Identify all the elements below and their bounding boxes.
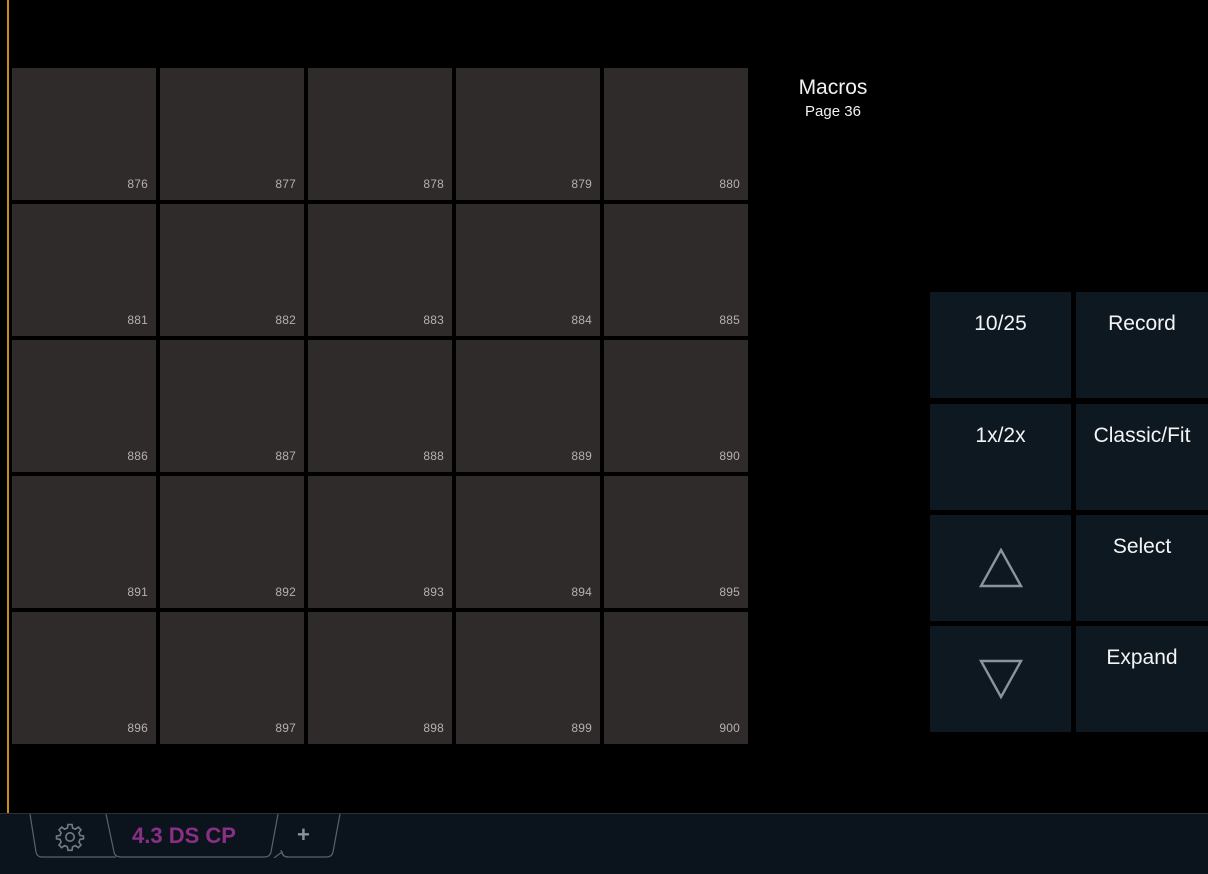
triangle-up-icon [978,547,1024,588]
view-toggle-button[interactable]: Classic/Fit [1076,404,1208,510]
gear-icon [55,823,85,852]
macro-number: 878 [423,177,444,191]
macro-tile[interactable]: 878 [308,68,452,200]
record-label: Record [1108,312,1176,335]
macro-tile[interactable]: 881 [12,204,156,336]
page-up-button[interactable] [930,515,1071,621]
page-down-button[interactable] [930,626,1071,732]
macro-number: 881 [127,313,148,327]
control-panel: 10/25 Record 1x/2x Classic/Fit Select Ex… [930,292,1208,732]
tab-4-3-ds-cp[interactable]: 4.3 DS CP [104,814,284,858]
panel-header: Macros Page 36 [762,74,904,121]
macro-number: 898 [423,721,444,735]
macro-number: 882 [275,313,296,327]
select-label: Select [1112,535,1172,558]
macro-number: 884 [571,313,592,327]
macro-number: 880 [719,177,740,191]
macro-tile[interactable]: 891 [12,476,156,608]
tab-bar: 4.3 DS CP + [0,813,1208,874]
macro-tile[interactable]: 885 [604,204,748,336]
macro-number: 887 [275,449,296,463]
macro-number: 891 [127,585,148,599]
tab-settings[interactable] [26,814,116,858]
macro-tile[interactable]: 879 [456,68,600,200]
macro-number: 897 [275,721,296,735]
macro-number: 896 [127,721,148,735]
macro-number: 893 [423,585,444,599]
macro-number: 886 [127,449,148,463]
macro-number: 879 [571,177,592,191]
size-toggle-button[interactable]: 1x/2x [930,404,1071,510]
select-button[interactable]: Select [1076,515,1208,621]
macro-tile[interactable]: 896 [12,612,156,744]
macro-tile[interactable]: 892 [160,476,304,608]
expand-label: Expand [1106,646,1178,669]
macro-number: 889 [571,449,592,463]
size-toggle-label: 1x/2x [975,424,1026,447]
add-tab-button[interactable]: + [272,814,342,858]
macro-tile[interactable]: 898 [308,612,452,744]
macro-number: 894 [571,585,592,599]
macro-number: 888 [423,449,444,463]
macro-tile[interactable]: 886 [12,340,156,472]
page-count-button[interactable]: 10/25 [930,292,1071,398]
focus-indicator [7,0,9,813]
macro-tile[interactable]: 899 [456,612,600,744]
page-count-label: 10/25 [974,312,1027,335]
macro-tile[interactable]: 889 [456,340,600,472]
macro-number: 876 [127,177,148,191]
macro-number: 895 [719,585,740,599]
macro-grid: 876 877 878 879 880 881 882 883 884 885 … [12,68,748,744]
macro-number: 877 [275,177,296,191]
plus-icon: + [297,822,310,847]
macro-tile[interactable]: 890 [604,340,748,472]
macro-tile[interactable]: 894 [456,476,600,608]
tab-label: 4.3 DS CP [132,823,236,848]
view-toggle-label: Classic/Fit [1093,424,1191,447]
page-label: Page 36 [805,103,861,120]
record-button[interactable]: Record [1076,292,1208,398]
macro-tile[interactable]: 876 [12,68,156,200]
macro-tile[interactable]: 883 [308,204,452,336]
macro-number: 885 [719,313,740,327]
macro-tile[interactable]: 888 [308,340,452,472]
macro-number: 892 [275,585,296,599]
macro-tile[interactable]: 877 [160,68,304,200]
macro-number: 900 [719,721,740,735]
macro-tile[interactable]: 884 [456,204,600,336]
macros-window: 876 877 878 879 880 881 882 883 884 885 … [0,0,1208,813]
macro-tile[interactable]: 880 [604,68,748,200]
macro-tile[interactable]: 893 [308,476,452,608]
macro-tile[interactable]: 897 [160,612,304,744]
macro-number: 890 [719,449,740,463]
macro-tile[interactable]: 895 [604,476,748,608]
macro-number: 899 [571,721,592,735]
panel-title: Macros [798,76,868,99]
macro-tile[interactable]: 900 [604,612,748,744]
triangle-down-icon [978,659,1024,700]
expand-button[interactable]: Expand [1076,626,1208,732]
macro-tile[interactable]: 882 [160,204,304,336]
macro-number: 883 [423,313,444,327]
macro-tile[interactable]: 887 [160,340,304,472]
